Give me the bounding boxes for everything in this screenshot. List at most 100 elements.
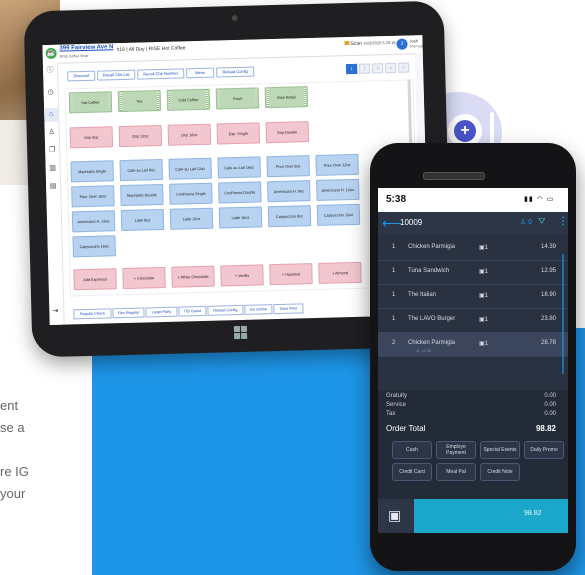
sidebar-calc-icon[interactable]: ▤ (49, 183, 57, 191)
menu-item-tile[interactable]: Americano H. 12oz (316, 178, 360, 201)
modifier-tile[interactable]: + White Chocolate (171, 265, 215, 288)
menu-item-tile[interactable]: Machiatto Double (120, 183, 164, 207)
page-button-1[interactable]: 1 (346, 63, 358, 75)
pay-button[interactable] (414, 499, 568, 533)
modifier-tile[interactable]: + Chocolate (122, 266, 166, 290)
toolbar-discount-button[interactable]: Discount (67, 70, 96, 82)
gratuity-label: Gratuity (386, 393, 408, 399)
list-item[interactable]: 1 The Italian ▣1 18.90 (378, 284, 568, 309)
guest-count[interactable]: ♙ 0 (520, 218, 532, 226)
menu-item-tile[interactable]: Pour Over 8oz (266, 155, 310, 178)
sidebar-copy-icon[interactable]: ❐ (48, 147, 56, 155)
modifier-tile[interactable]: Add Espresso (73, 268, 117, 291)
more-options-icon[interactable]: ⋮ (558, 216, 568, 227)
user-info[interactable]: Josh Manager (409, 38, 425, 48)
item-name: Tuna Sandwich (408, 268, 450, 274)
modifier-tile[interactable]: + Vanilla (220, 264, 264, 287)
regular-check-button[interactable]: Regular Check (73, 308, 112, 320)
itb-guest-button[interactable]: ITB Guest (178, 305, 207, 317)
menu-item-tile[interactable]: Americano H. 16oz (71, 210, 116, 233)
credit-note-button[interactable]: Credit Note (480, 463, 520, 481)
bg-text-line: re IG (0, 464, 29, 479)
list-item[interactable]: 1 Tuna Sandwich ▣1 12.95 (378, 260, 568, 285)
category-tile[interactable]: Cold Coffee (166, 88, 211, 111)
menu-item-tile[interactable]: Cappuccino 12oz (316, 203, 361, 226)
pay-total: 98.82 (524, 510, 542, 517)
go-online-button[interactable]: Go Online (244, 304, 273, 315)
list-item[interactable]: 1 Chicken Parmigia ▣1 14.39 (378, 236, 568, 261)
menu-item-tile[interactable]: Drip 16oz (167, 123, 212, 146)
menu-item-tile[interactable]: ConPanna Double (218, 181, 262, 204)
menu-item-tile[interactable]: Latte 8oz (120, 208, 165, 232)
menu-item-tile[interactable]: ConPanna Single (169, 182, 213, 205)
sidebar-chart-icon[interactable]: ▥ (49, 165, 57, 173)
meal-pal-button[interactable]: Meal Pal (436, 463, 476, 481)
daily-promo-button[interactable]: Daily Promo (524, 441, 564, 459)
reload-config-bottom-button[interactable]: Reload Config (207, 304, 244, 316)
sidebar (42, 62, 65, 325)
bg-text-line: ent (0, 398, 19, 413)
menu-item-tile[interactable]: Pour Over 16oz (71, 185, 115, 208)
toolbar-menu-button[interactable]: Menu (186, 67, 215, 79)
background-text: ent se a re IG your (0, 395, 90, 505)
status-time: 5:38 (386, 194, 407, 205)
menu-item-tile[interactable]: Americano H. 8oz (267, 180, 311, 203)
service-value: 0.00 (544, 402, 556, 408)
menu-item-tile[interactable]: Cafe au Lait 8oz (119, 158, 163, 182)
list-item[interactable]: 1 The LAVO Burger ▣1 23.80 (378, 308, 568, 333)
sidebar-home-icon[interactable]: ⌂ (47, 111, 55, 119)
screen-title: #16 | All Day | RISE Hot Coffee (116, 45, 186, 54)
menu-item-tile[interactable]: Cafe au Lait 12oz (168, 157, 212, 180)
menu-item-tile[interactable]: Pour Over 12oz (315, 153, 359, 176)
avatar[interactable]: J (396, 38, 408, 50)
item-qty-value: 1 (484, 341, 489, 347)
menu-item-tile[interactable]: Machiatto Single (70, 160, 115, 183)
person-icon: ♙ (520, 219, 529, 226)
page-button-2[interactable]: 2 (359, 63, 371, 74)
menu-item-tile[interactable]: Cafe au Lait 16oz (217, 156, 261, 179)
cash-payment-button[interactable]: Cash (392, 441, 432, 459)
service-label: Service (386, 402, 407, 408)
sidebar-users-icon[interactable]: ♙ (48, 129, 56, 137)
modifier-tile[interactable]: + Almond (318, 261, 362, 284)
sidebar-info-icon[interactable]: ⓘ (46, 67, 54, 75)
save-print-button[interactable]: Save Print (273, 303, 304, 315)
menu-item-tile[interactable]: Esp Double (265, 121, 310, 144)
list-scrollbar[interactable] (562, 254, 564, 374)
tax-value: 0.00 (544, 411, 556, 417)
filter-icon[interactable]: ⛛ (538, 216, 546, 227)
sidebar-clock-icon[interactable]: ◷ (47, 89, 55, 97)
category-tile[interactable]: Rise Retail (264, 86, 309, 109)
credit-card-button[interactable]: Credit Card (392, 463, 432, 481)
order-total-value: 98.82 (535, 424, 556, 433)
menu-item-tile[interactable]: Cappuccino 8oz (267, 205, 312, 228)
toolbar-recall-number-button[interactable]: Recall Chk Number (137, 68, 185, 80)
list-item-selected[interactable]: 2 Chicken Parmigia ▣1 28.78 @ 14.39 (378, 332, 568, 357)
save-icon[interactable]: ▣ (388, 507, 401, 524)
menu-item-tile[interactable]: Drip 8oz (69, 126, 114, 149)
menu-item-tile[interactable]: Esp. Single (216, 122, 261, 145)
category-tile[interactable]: Tea (117, 89, 162, 113)
order-total-label: Order Total (386, 424, 426, 433)
flex-regular-button[interactable]: Flex Regular (112, 307, 145, 319)
modifier-tile[interactable]: + Hazelnut (269, 263, 313, 286)
category-tile[interactable]: Hot Coffee (68, 91, 113, 114)
store-name-link[interactable]: 399 Fairview Ave N (59, 44, 113, 51)
windows-logo-icon[interactable] (233, 325, 248, 340)
page-button-5[interactable]: 5 (398, 62, 410, 73)
page-button-3[interactable]: 3 (372, 63, 384, 74)
logout-icon[interactable]: ⇥ (52, 307, 58, 315)
menu-item-tile[interactable]: Cappuccino 16oz (72, 235, 116, 258)
menu-item-tile[interactable]: Drip 12oz (118, 124, 163, 148)
menu-item-tile[interactable]: Latte 16oz (218, 206, 263, 229)
scan-button[interactable]: Scan (344, 41, 362, 47)
page-button-4[interactable]: 4 (385, 62, 397, 74)
employee-payment-button[interactable]: Employe Payment (436, 441, 476, 459)
menu-item-tile[interactable]: Latte 12oz (169, 207, 214, 230)
speaker-grille (423, 172, 485, 180)
special-events-button[interactable]: Special Events (480, 441, 520, 459)
toolbar-reload-config-button[interactable]: Reload Config (216, 66, 255, 78)
large-party-button[interactable]: Large Party (145, 306, 178, 318)
category-tile[interactable]: Food (215, 87, 260, 110)
toolbar-recall-list-button[interactable]: Recall Chk List (97, 69, 136, 81)
